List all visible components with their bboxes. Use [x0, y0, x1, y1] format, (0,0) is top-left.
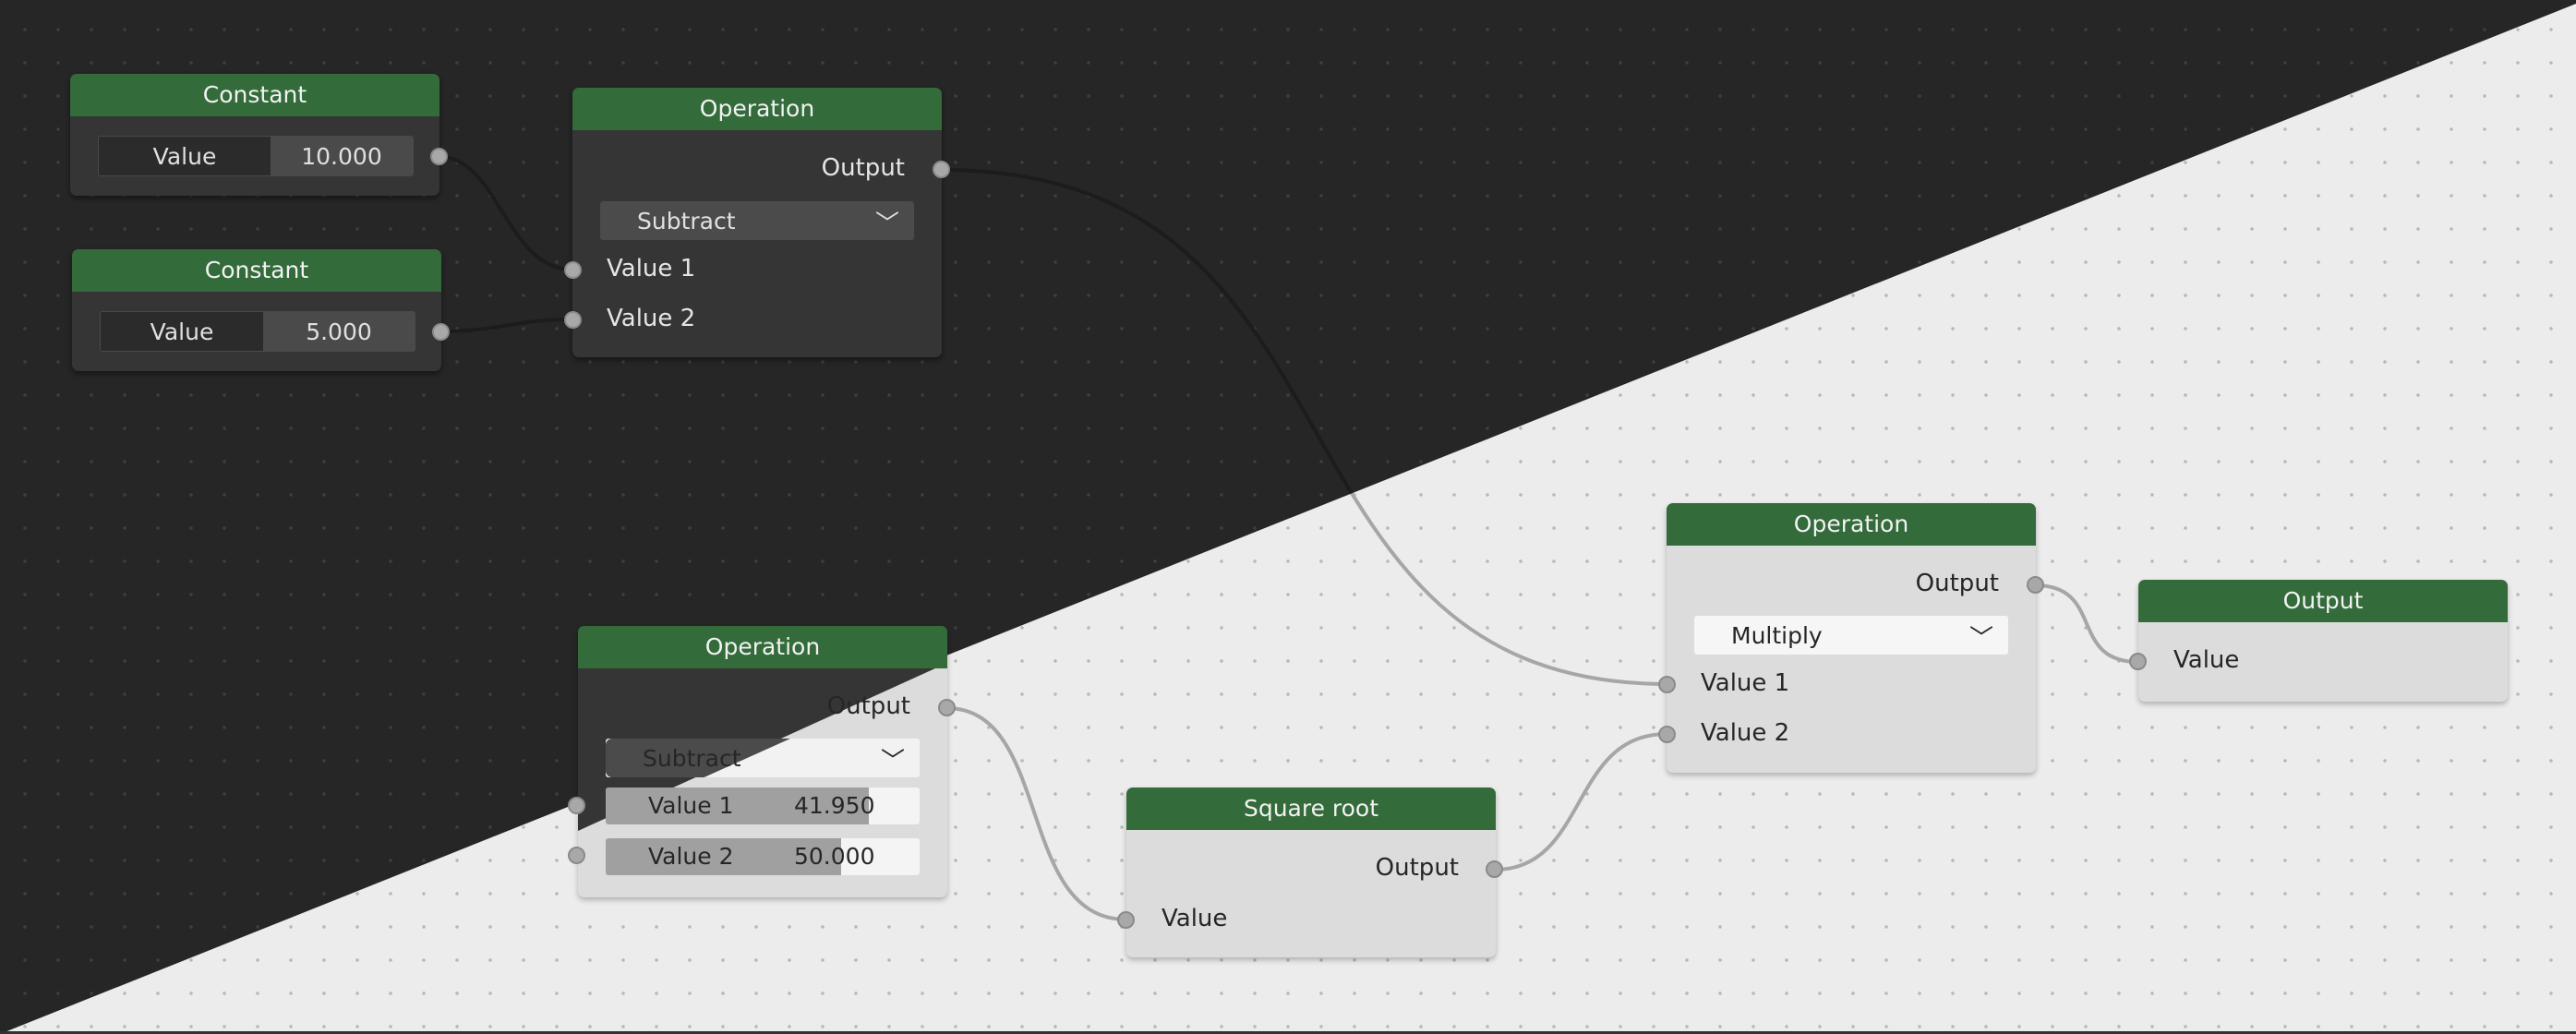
input-label: Value	[1162, 905, 1228, 932]
wire-constant2-to-operation-top	[440, 318, 573, 333]
node-title: Operation	[1667, 503, 2036, 546]
operation-mode-select[interactable]: Subtract ﹀	[606, 739, 920, 777]
wire-constant1-to-operation-top	[439, 155, 573, 271]
input-label-2: Value 2	[1701, 719, 1790, 747]
output-label: Output	[821, 154, 905, 182]
field-label: Value	[101, 312, 263, 351]
input-socket-1[interactable]	[564, 261, 582, 279]
input-socket-2[interactable]	[564, 311, 582, 329]
input-label-1: Value 1	[607, 255, 696, 283]
input-socket-2[interactable]	[1658, 726, 1676, 743]
select-value: Multiply	[1731, 621, 1823, 649]
slider-value: 41.950	[794, 792, 875, 819]
value-2-slider[interactable]: Value 2 50.000	[606, 838, 920, 875]
select-value: Subtract	[637, 207, 736, 234]
node-title: Operation	[572, 88, 942, 130]
input-socket-1[interactable]	[568, 797, 585, 814]
output-socket[interactable]	[430, 148, 448, 165]
constant-node-2[interactable]: Constant Value 5.000	[72, 249, 450, 371]
output-socket[interactable]	[938, 699, 956, 716]
input-socket-2[interactable]	[568, 847, 585, 864]
value-1-slider[interactable]: Value 1 41.950	[606, 788, 920, 824]
input-socket[interactable]	[2129, 653, 2147, 670]
operation-node-multiply[interactable]: Operation Output Multiply ﹀ Value 1 Valu…	[1658, 503, 2044, 773]
constant-node-1[interactable]: Constant Value 10.000	[70, 74, 448, 196]
input-label-1: Value 1	[1701, 669, 1790, 697]
field-value[interactable]: 5.000	[263, 312, 415, 351]
chevron-down-icon: ﹀	[1968, 625, 1993, 653]
input-label: Value	[2173, 646, 2240, 674]
slider-label: Value 2	[648, 843, 734, 870]
output-label: Output	[1375, 854, 1459, 882]
node-title: Output	[2138, 580, 2508, 622]
input-socket[interactable]	[1117, 911, 1135, 929]
wire-operation-top-to-operation-right	[941, 168, 1667, 686]
node-title: Constant	[70, 74, 439, 116]
output-label: Output	[1915, 570, 1999, 597]
slider-value: 50.000	[794, 843, 875, 870]
slider-label: Value 1	[648, 792, 734, 819]
operation-mode-select[interactable]: Subtract ﹀	[600, 201, 914, 240]
field-value[interactable]: 10.000	[271, 137, 413, 175]
square-root-node[interactable]: Square root Output Value	[1117, 788, 1503, 957]
input-label-2: Value 2	[607, 305, 696, 332]
value-field[interactable]: Value 10.000	[98, 136, 414, 176]
output-socket[interactable]	[933, 161, 950, 178]
operation-node-subtract-top[interactable]: Operation Output Subtract ﹀ Value 1 Valu…	[564, 88, 950, 357]
node-title: Constant	[72, 249, 441, 292]
operation-mode-select[interactable]: Multiply ﹀	[1694, 616, 2008, 655]
field-label: Value	[99, 137, 271, 175]
chevron-down-icon: ﹀	[874, 210, 899, 238]
node-title: Square root	[1126, 788, 1496, 830]
output-label: Output	[826, 692, 910, 720]
chevron-down-icon: ﹀	[880, 748, 905, 776]
node-title: Operation	[578, 626, 947, 668]
output-socket[interactable]	[1486, 860, 1503, 878]
operation-node-subtract-bottom[interactable]: Operation Output Subtract ﹀ Value 1 41.9…	[568, 626, 956, 897]
node-editor-canvas[interactable]: Constant Value 10.000 Constant Value 5.0…	[0, 0, 2576, 1034]
output-socket[interactable]	[2027, 576, 2044, 594]
output-socket[interactable]	[432, 323, 450, 341]
output-node[interactable]: Output Value	[2129, 580, 2508, 702]
input-socket-1[interactable]	[1658, 676, 1676, 693]
select-value: Subtract	[643, 744, 741, 772]
value-field[interactable]: Value 5.000	[100, 311, 415, 352]
